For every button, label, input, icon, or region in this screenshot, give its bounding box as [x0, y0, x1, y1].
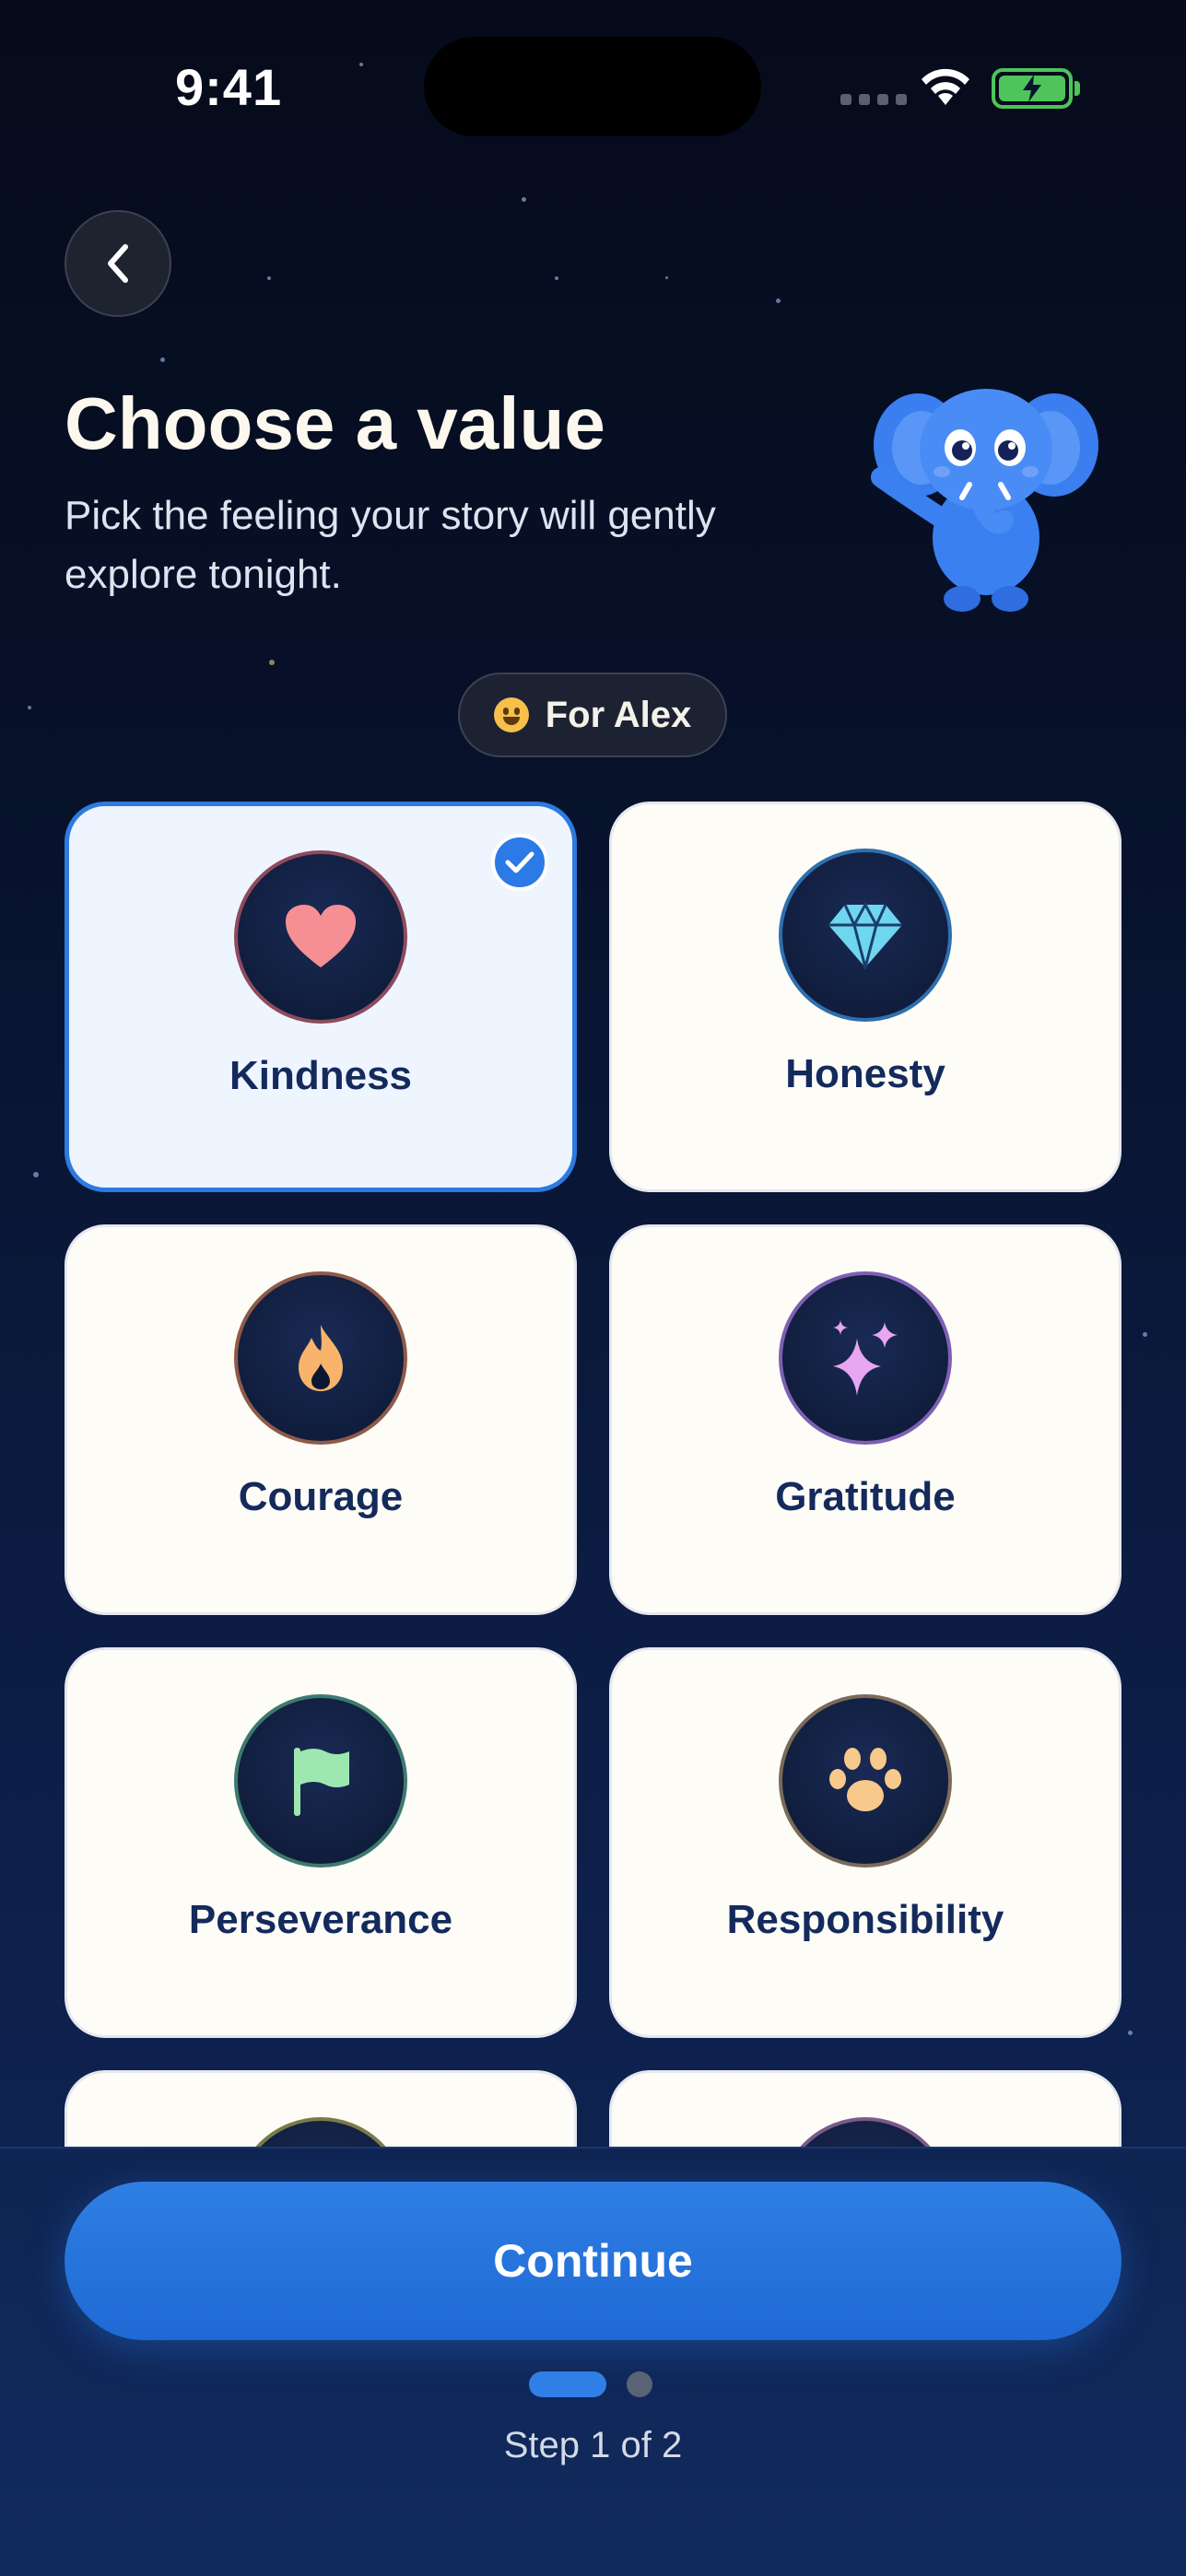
value-grid: Kindness Honesty Courage Gratitude Perse…	[0, 792, 1186, 2147]
bottom-action-panel: Continue Step 1 of 2	[0, 2147, 1186, 2576]
step-dot-active	[529, 2371, 606, 2397]
continue-button[interactable]: Continue	[65, 2182, 1121, 2340]
value-card-partial[interactable]	[609, 2070, 1121, 2147]
value-label: Kindness	[229, 1053, 413, 1098]
elephant-mascot	[870, 357, 1100, 615]
battery-icon	[992, 68, 1080, 109]
value-card-kindness[interactable]: Kindness	[65, 802, 577, 1192]
chip-label: For Alex	[545, 694, 692, 735]
continue-label: Continue	[493, 2235, 693, 2287]
diamond-icon	[779, 849, 952, 1022]
back-button[interactable]	[65, 210, 171, 317]
value-card-gratitude[interactable]: Gratitude	[609, 1224, 1121, 1615]
value-label: Responsibility	[726, 1897, 1004, 1942]
value-card-courage[interactable]: Courage	[65, 1224, 577, 1615]
value-card-honesty[interactable]: Honesty	[609, 802, 1121, 1192]
value-label: Courage	[238, 1474, 404, 1519]
heart-icon	[234, 850, 407, 1024]
smiley-face-icon	[493, 697, 529, 732]
flag-icon	[234, 1694, 407, 1868]
status-time: 9:41	[175, 58, 283, 116]
sparkles-icon	[779, 1271, 952, 1445]
value-card-responsibility[interactable]: Responsibility	[609, 1647, 1121, 2038]
flame-icon	[234, 1271, 407, 1445]
value-card-partial[interactable]	[65, 2070, 577, 2147]
step-dot	[627, 2371, 652, 2397]
checkmark-icon	[491, 834, 548, 891]
value-label: Honesty	[785, 1051, 945, 1096]
value-label: Gratitude	[775, 1474, 956, 1519]
value-card-perseverance[interactable]: Perseverance	[65, 1647, 577, 2038]
wifi-icon	[918, 64, 973, 111]
child-profile-chip[interactable]: For Alex	[458, 673, 727, 757]
chevron-left-icon	[108, 244, 128, 283]
page-title: Choose a value	[65, 382, 605, 464]
page-subtitle: Pick the feeling your story will gently …	[65, 493, 716, 597]
paw-icon	[779, 1694, 952, 1868]
value-icon	[779, 2117, 952, 2147]
step-text: Step 1 of 2	[503, 2425, 683, 2465]
step-indicator	[529, 2371, 652, 2397]
cellular-signal-icon	[840, 94, 907, 105]
dynamic-island	[424, 37, 761, 136]
value-icon	[234, 2117, 407, 2147]
value-label: Perseverance	[188, 1897, 453, 1942]
